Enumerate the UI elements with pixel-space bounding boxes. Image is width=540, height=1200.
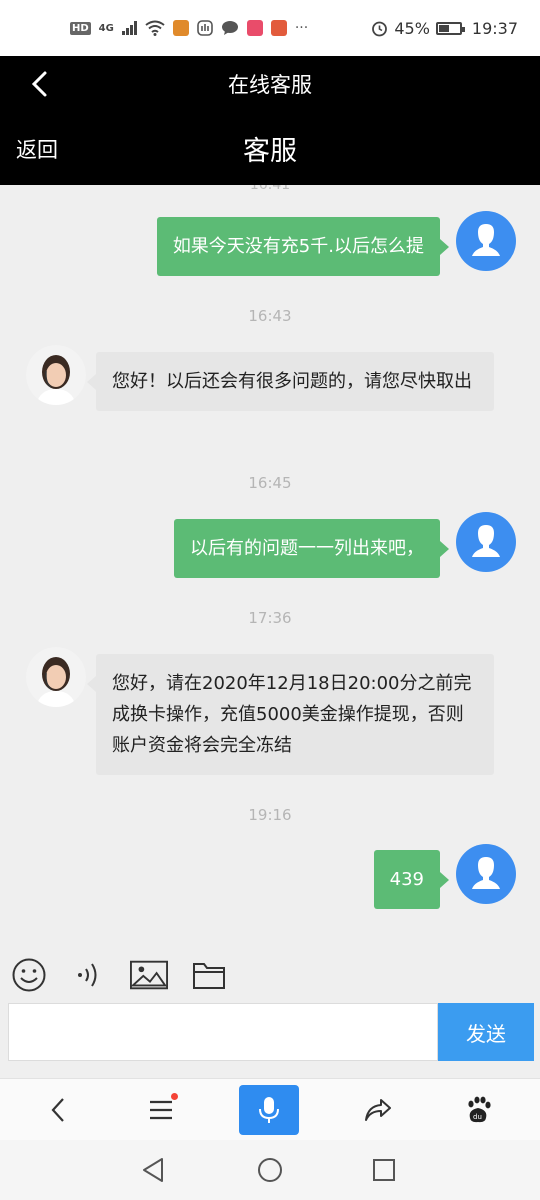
chat-toolbar <box>10 955 228 995</box>
user-avatar <box>456 512 516 572</box>
share-icon[interactable] <box>353 1085 403 1135</box>
browser-toolbar: du <box>0 1078 540 1140</box>
system-nav-bar <box>0 1140 540 1200</box>
user-silhouette-icon <box>472 224 500 256</box>
agent-avatar <box>26 345 86 405</box>
timestamp: 16:43 <box>248 307 292 325</box>
timestamp: 19:16 <box>248 806 292 824</box>
signal-icon <box>121 21 137 35</box>
composer: 发送 <box>8 1003 534 1061</box>
alarm-icon <box>372 21 388 36</box>
folder-icon[interactable] <box>190 956 228 994</box>
message-bubble-sent[interactable]: 439 <box>373 850 450 909</box>
chat-area[interactable]: 16:41 如果今天没有充5千.以后怎么提 16:43 您好！以后还会有很多问题… <box>0 185 540 945</box>
message-bubble-sent[interactable]: 以后有的问题一一列出来吧， <box>174 519 449 578</box>
notification-dot <box>171 1093 178 1100</box>
app-icon <box>246 20 263 36</box>
message-bubble-sent[interactable]: 如果今天没有充5千.以后怎么提 <box>156 217 450 276</box>
message-bubble-received[interactable]: 您好！以后还会有很多问题的，请您尽快取出 <box>87 352 494 411</box>
status-bar: HD 4G ··· 45% 19:37 <box>0 0 540 56</box>
page-title: 客服 <box>243 136 297 167</box>
message-bubble-received[interactable]: 您好，请在2020年12月18日20:00分之前完成换卡操作，充值5000美金操… <box>87 654 494 775</box>
message-input[interactable] <box>8 1003 438 1061</box>
header-title: 在线客服 <box>228 73 312 97</box>
wifi-icon <box>145 20 165 36</box>
menu-icon[interactable] <box>136 1085 186 1135</box>
battery-icon <box>435 21 465 35</box>
app-header: 在线客服 <box>0 56 540 112</box>
timestamp: 16:45 <box>248 474 292 492</box>
nav-recent-icon[interactable] <box>368 1154 400 1186</box>
nav-back-icon[interactable] <box>138 1154 170 1186</box>
user-avatar <box>456 844 516 904</box>
return-button[interactable]: 返回 <box>16 134 58 164</box>
clock: 19:37 <box>471 18 518 38</box>
hand-icon <box>197 20 213 36</box>
agent-photo <box>26 647 86 707</box>
image-icon[interactable] <box>130 956 168 994</box>
timestamp: 17:36 <box>248 609 292 627</box>
baidu-paw-icon[interactable]: du <box>453 1085 503 1135</box>
timestamp-clipped: 16:41 <box>249 185 291 193</box>
nav-home-icon[interactable] <box>254 1154 286 1186</box>
chat-bubble-icon <box>221 21 238 35</box>
microphone-icon[interactable] <box>239 1085 299 1135</box>
send-button[interactable]: 发送 <box>438 1003 534 1061</box>
voice-icon[interactable] <box>70 956 108 994</box>
hd-icon: HD <box>70 21 91 35</box>
mail-icon <box>270 20 287 36</box>
emoji-icon[interactable] <box>10 956 48 994</box>
back-arrow-icon[interactable] <box>34 1085 84 1135</box>
agent-avatar <box>26 647 86 707</box>
sub-header: 返回 客服 <box>0 112 540 185</box>
user-silhouette-icon <box>472 525 500 557</box>
more-icon: ··· <box>294 20 309 36</box>
signal-type: 4G <box>98 22 114 34</box>
battery-percent: 45% <box>394 18 430 38</box>
user-silhouette-icon <box>472 857 500 889</box>
svg-text:du: du <box>473 1113 482 1121</box>
user-avatar <box>456 211 516 271</box>
agent-photo <box>26 345 86 405</box>
app-notification-icon <box>172 20 189 36</box>
chevron-left-icon[interactable] <box>26 69 56 99</box>
